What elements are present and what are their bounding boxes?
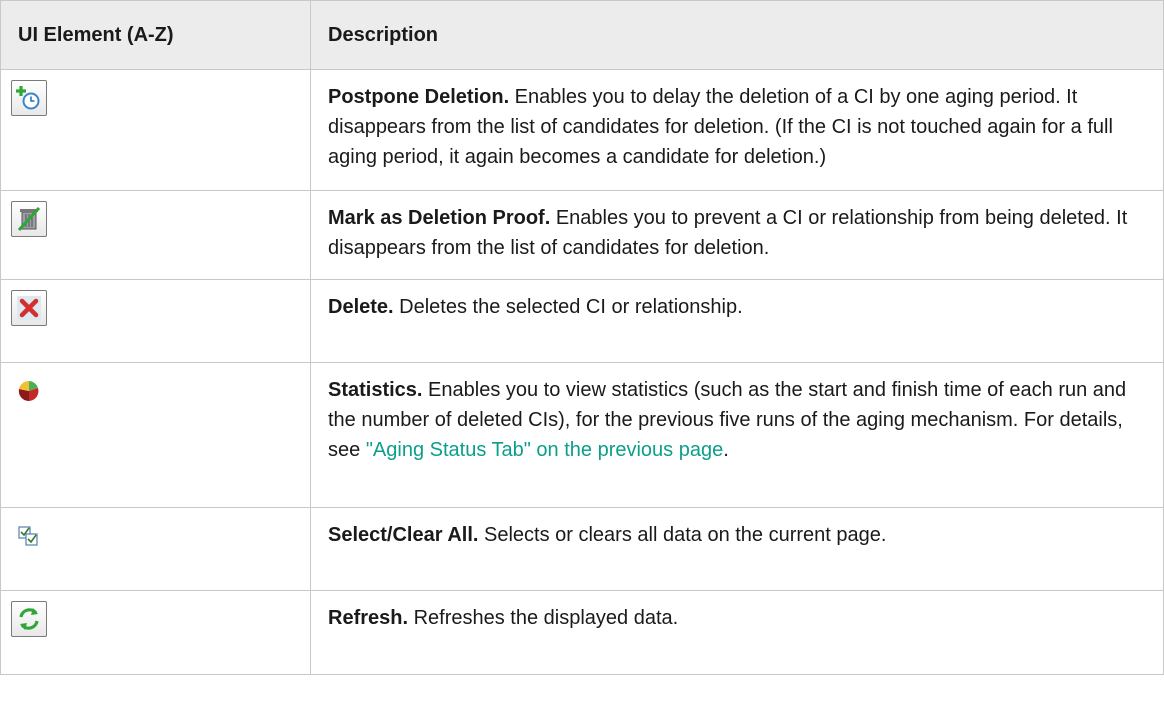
deletion-proof-icon <box>11 201 47 237</box>
select-clear-all-icon <box>11 518 47 554</box>
delete-icon <box>11 290 47 326</box>
term-statistics: Statistics. <box>328 379 423 401</box>
column-header-ui-element: UI Element (A-Z) <box>0 0 311 70</box>
description-text-end: . <box>723 439 729 461</box>
description-cell: Postpone Deletion. Enables you to delay … <box>310 69 1164 191</box>
table-row: Postpone Deletion. Enables you to delay … <box>0 69 1164 191</box>
description-cell: Mark as Deletion Proof. Enables you to p… <box>310 190 1164 280</box>
refresh-icon <box>11 601 47 637</box>
table-row: Select/Clear All. Selects or clears all … <box>0 507 1164 591</box>
icon-cell <box>0 69 311 191</box>
icon-cell <box>0 590 311 675</box>
description-cell: Delete. Deletes the selected CI or relat… <box>310 279 1164 363</box>
table-row: Refresh. Refreshes the displayed data. <box>0 590 1164 675</box>
term-mark-as-deletion-proof: Mark as Deletion Proof. <box>328 207 551 229</box>
description-cell: Select/Clear All. Selects or clears all … <box>310 507 1164 591</box>
icon-cell <box>0 362 311 508</box>
description-cell: Statistics. Enables you to view statisti… <box>310 362 1164 508</box>
icon-cell <box>0 190 311 280</box>
description-text: Selects or clears all data on the curren… <box>478 524 887 546</box>
table-header-row: UI Element (A-Z) Description <box>0 0 1164 70</box>
term-select-clear-all: Select/Clear All. <box>328 524 479 546</box>
icon-cell <box>0 507 311 591</box>
statistics-icon <box>11 373 47 409</box>
description-text: Refreshes the displayed data. <box>408 607 679 629</box>
ui-elements-table: UI Element (A-Z) Description Postpone De… <box>0 0 1164 675</box>
postpone-deletion-icon <box>11 80 47 116</box>
table-row: Delete. Deletes the selected CI or relat… <box>0 279 1164 363</box>
icon-cell <box>0 279 311 363</box>
term-postpone-deletion: Postpone Deletion. <box>328 86 510 108</box>
table-row: Statistics. Enables you to view statisti… <box>0 362 1164 508</box>
term-refresh: Refresh. <box>328 607 409 629</box>
column-header-description: Description <box>310 0 1164 70</box>
description-text: Deletes the selected CI or relationship. <box>393 296 743 318</box>
aging-status-tab-link[interactable]: "Aging Status Tab" on the previous page <box>366 439 723 461</box>
term-delete: Delete. <box>328 296 394 318</box>
table-row: Mark as Deletion Proof. Enables you to p… <box>0 190 1164 280</box>
description-cell: Refresh. Refreshes the displayed data. <box>310 590 1164 675</box>
